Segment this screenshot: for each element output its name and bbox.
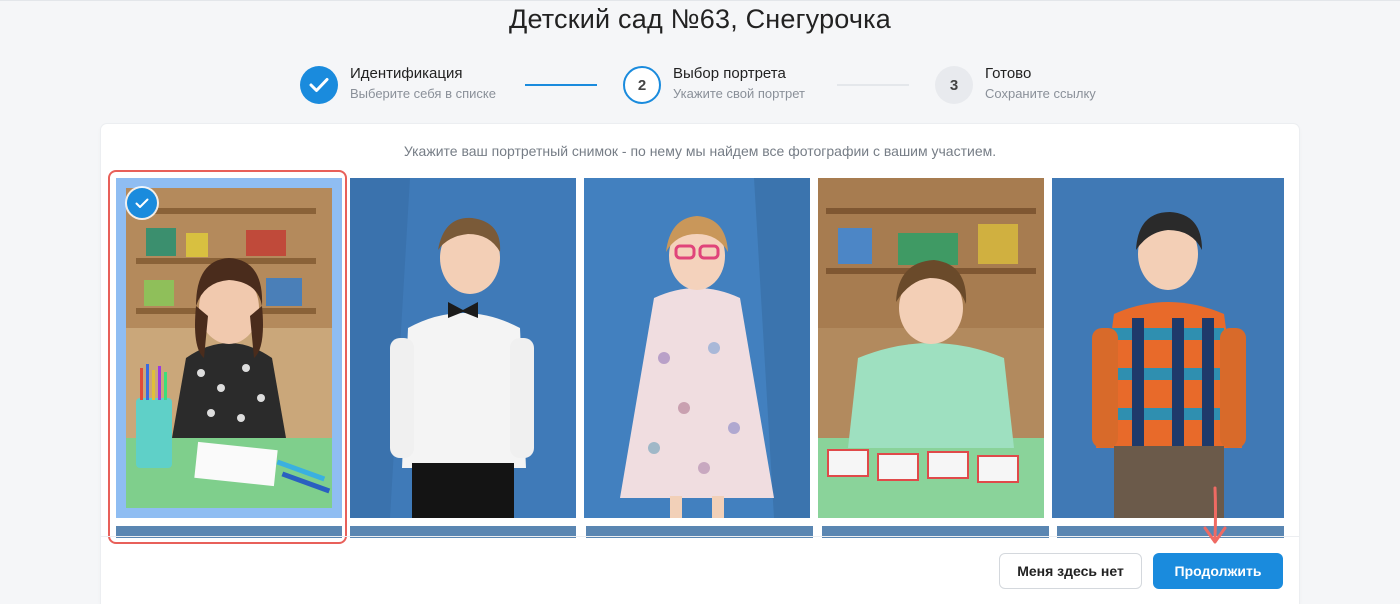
checkmark-icon (309, 78, 329, 92)
footer-divider (101, 536, 1299, 537)
step-subtitle: Укажите свой портрет (673, 86, 805, 101)
step-subtitle: Выберите себя в списке (350, 86, 496, 101)
step-title: Идентификация (350, 65, 463, 82)
arrow-down-icon (1203, 486, 1227, 544)
step-title: Выбор портрета (673, 65, 786, 82)
continue-button[interactable]: Продолжить (1153, 553, 1283, 589)
step-connector-done (525, 84, 597, 86)
selected-check-badge (127, 188, 157, 218)
step-number: 2 (623, 66, 661, 104)
step-subtitle: Сохраните ссылку (985, 86, 1096, 101)
photo-card-4[interactable] (818, 178, 1044, 518)
photo-card-5[interactable] (1052, 178, 1284, 518)
step-connector-todo (837, 84, 909, 86)
step-number: 3 (935, 66, 973, 104)
instruction-text: Укажите ваш портретный снимок - по нему … (403, 143, 997, 159)
top-divider (0, 0, 1400, 1)
photo-card-1[interactable] (126, 188, 332, 508)
step-title: Готово (985, 65, 1032, 82)
portrait-selection-card: Укажите ваш портретный снимок - по нему … (101, 124, 1299, 604)
page-title: Детский сад №63, Снегурочка (508, 4, 891, 34)
photo-card-3[interactable] (584, 178, 810, 518)
not-here-button[interactable]: Меня здесь нет (999, 553, 1142, 589)
stepper: Идентификация Выберите себя в списке 2 В… (0, 64, 1400, 108)
step-done-circle (300, 66, 338, 104)
checkmark-icon (135, 198, 149, 208)
photo-card-2[interactable] (350, 178, 576, 518)
